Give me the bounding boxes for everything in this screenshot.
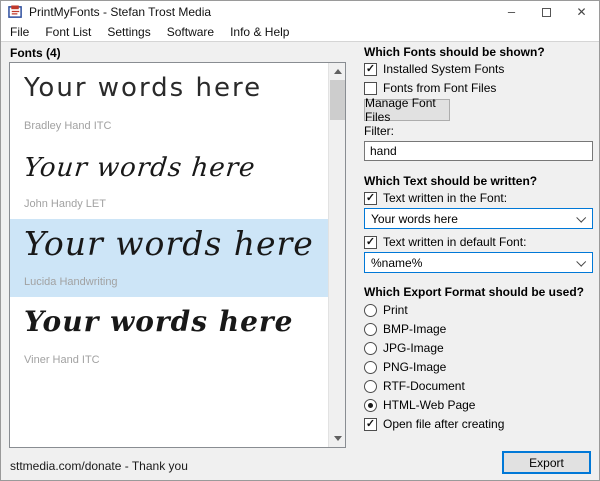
radio-row-rtf[interactable]: RTF-Document bbox=[364, 379, 593, 394]
font-name-label: Bradley Hand ITC bbox=[24, 120, 112, 132]
installed-system-fonts-row[interactable]: Installed System Fonts bbox=[364, 62, 593, 77]
text-in-default-font-checkbox[interactable] bbox=[364, 236, 377, 249]
text-in-default-font-row[interactable]: Text written in default Font: bbox=[364, 235, 593, 250]
font-preview-text: Your words here bbox=[24, 73, 263, 103]
scroll-up-button[interactable] bbox=[329, 63, 346, 80]
maximize-button[interactable] bbox=[529, 1, 564, 23]
options-panel: Which Fonts should be shown? Installed S… bbox=[364, 43, 593, 432]
manage-font-files-button[interactable]: Manage Font Files bbox=[364, 96, 450, 124]
installed-system-fonts-label: Installed System Fonts bbox=[383, 62, 505, 76]
jpg-image-radio[interactable] bbox=[364, 342, 377, 355]
font-name-label: Viner Hand ITC bbox=[24, 354, 100, 366]
default-text-value: %name% bbox=[371, 255, 423, 270]
font-list-item-bradley-hand-itc[interactable]: Your words here Bradley Hand ITC bbox=[10, 63, 328, 141]
open-file-after-creating-row[interactable]: Open file after creating bbox=[364, 417, 593, 432]
scroll-down-button[interactable] bbox=[329, 430, 346, 447]
radio-row-bmp[interactable]: BMP-Image bbox=[364, 322, 593, 337]
app-window: PrintMyFonts - Stefan Trost Media – ✕ Fi… bbox=[0, 0, 600, 481]
window-title: PrintMyFonts - Stefan Trost Media bbox=[29, 5, 212, 19]
open-file-after-creating-checkbox[interactable] bbox=[364, 418, 377, 431]
installed-system-fonts-checkbox[interactable] bbox=[364, 63, 377, 76]
html-web-page-label: HTML-Web Page bbox=[383, 398, 476, 412]
menu-info-help[interactable]: Info & Help bbox=[222, 25, 297, 39]
fonts-count-label: Fonts (4) bbox=[10, 46, 61, 60]
font-preview-text: Your words here bbox=[22, 153, 258, 183]
minimize-icon: – bbox=[507, 4, 516, 19]
export-button[interactable]: Export bbox=[502, 451, 591, 474]
html-web-page-radio[interactable] bbox=[364, 399, 377, 412]
menu-font-list[interactable]: Font List bbox=[37, 25, 99, 39]
fonts-from-font-files-checkbox[interactable] bbox=[364, 82, 377, 95]
close-button[interactable]: ✕ bbox=[564, 1, 599, 23]
bmp-image-label: BMP-Image bbox=[383, 322, 447, 336]
font-list-item-lucida-handwriting[interactable]: Your words here Lucida Handwriting bbox=[10, 219, 328, 297]
font-list-scrollbar[interactable] bbox=[328, 63, 345, 447]
text-in-font-label: Text written in the Font: bbox=[383, 191, 508, 205]
radio-row-jpg[interactable]: JPG-Image bbox=[364, 341, 593, 356]
open-file-after-creating-label: Open file after creating bbox=[383, 417, 505, 431]
donate-status-text: sttmedia.com/donate - Thank you bbox=[10, 459, 188, 473]
filter-input[interactable] bbox=[364, 141, 593, 161]
font-list-item-john-handy-let[interactable]: Your words here John Handy LET bbox=[10, 141, 328, 219]
font-name-label: John Handy LET bbox=[24, 198, 106, 210]
font-list-item-viner-hand-itc[interactable]: Your words here Viner Hand ITC bbox=[10, 297, 328, 375]
client-area: Fonts (4) Your words here Bradley Hand I… bbox=[1, 43, 599, 480]
font-text-value: Your words here bbox=[371, 211, 458, 226]
text-in-font-checkbox[interactable] bbox=[364, 192, 377, 205]
menu-software[interactable]: Software bbox=[159, 25, 222, 39]
print-radio[interactable] bbox=[364, 304, 377, 317]
rtf-document-radio[interactable] bbox=[364, 380, 377, 393]
close-icon: ✕ bbox=[576, 5, 587, 19]
radio-row-print[interactable]: Print bbox=[364, 303, 593, 318]
chevron-down-icon bbox=[576, 256, 587, 267]
font-text-combobox[interactable]: Your words here bbox=[364, 208, 593, 229]
rtf-document-label: RTF-Document bbox=[383, 379, 465, 393]
menu-file[interactable]: File bbox=[2, 25, 37, 39]
minimize-button[interactable]: – bbox=[494, 1, 529, 23]
text-in-default-font-label: Text written in default Font: bbox=[383, 235, 527, 249]
jpg-image-label: JPG-Image bbox=[383, 341, 444, 355]
app-icon bbox=[8, 5, 22, 18]
fonts-from-font-files-label: Fonts from Font Files bbox=[383, 81, 497, 95]
chevron-down-icon bbox=[576, 212, 587, 223]
png-image-label: PNG-Image bbox=[383, 360, 447, 374]
fonts-from-font-files-row[interactable]: Fonts from Font Files bbox=[364, 81, 593, 96]
export-section-header: Which Export Format should be used? bbox=[364, 285, 585, 299]
png-image-radio[interactable] bbox=[364, 361, 377, 374]
filter-label: Filter: bbox=[364, 124, 394, 138]
radio-row-png[interactable]: PNG-Image bbox=[364, 360, 593, 375]
menu-bar: File Font List Settings Software Info & … bbox=[1, 23, 599, 42]
text-in-font-row[interactable]: Text written in the Font: bbox=[364, 191, 593, 206]
font-preview-text: Your words here bbox=[24, 224, 314, 263]
font-preview-text: Your words here bbox=[24, 305, 294, 338]
scroll-up-icon bbox=[333, 69, 342, 74]
scroll-down-icon bbox=[333, 436, 342, 441]
font-list: Your words here Bradley Hand ITC Your wo… bbox=[9, 62, 346, 448]
font-items: Your words here Bradley Hand ITC Your wo… bbox=[10, 63, 328, 447]
menu-settings[interactable]: Settings bbox=[99, 25, 158, 39]
print-label: Print bbox=[383, 303, 408, 317]
bmp-image-radio[interactable] bbox=[364, 323, 377, 336]
title-bar: PrintMyFonts - Stefan Trost Media – ✕ bbox=[1, 1, 599, 23]
fonts-section-header: Which Fonts should be shown? bbox=[364, 45, 545, 59]
radio-row-html[interactable]: HTML-Web Page bbox=[364, 398, 593, 413]
scrollbar-thumb[interactable] bbox=[330, 80, 345, 120]
maximize-icon bbox=[542, 7, 551, 17]
window-controls: – ✕ bbox=[494, 1, 599, 23]
text-section-header: Which Text should be written? bbox=[364, 174, 538, 188]
font-name-label: Lucida Handwriting bbox=[24, 276, 118, 288]
default-text-combobox[interactable]: %name% bbox=[364, 252, 593, 273]
